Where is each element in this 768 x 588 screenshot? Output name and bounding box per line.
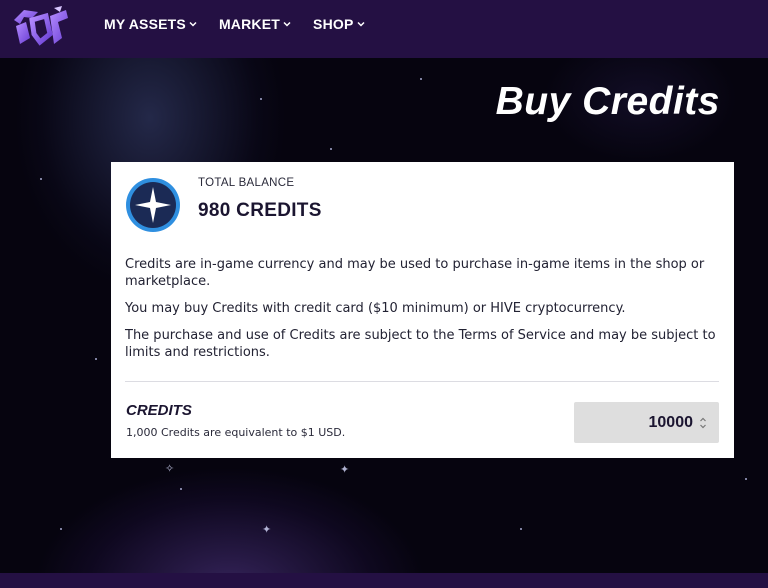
credits-quantity-input[interactable]: 10000	[574, 402, 719, 443]
nav-my-assets[interactable]: MY ASSETS	[104, 16, 197, 32]
top-navigation-bar: MY ASSETS MARKET SHOP	[0, 0, 768, 58]
credits-conversion-note: 1,000 Credits are equivalent to $1 USD.	[126, 426, 346, 439]
nav-market[interactable]: MARKET	[219, 16, 291, 32]
main-nav: MY ASSETS MARKET SHOP	[104, 0, 365, 48]
balance-label: TOTAL BALANCE	[198, 177, 295, 189]
description-paragraph: You may buy Credits with credit card ($1…	[125, 301, 626, 316]
page-title: Buy Credits	[495, 80, 720, 123]
footer-bar	[0, 573, 768, 588]
logo-icon[interactable]	[10, 4, 72, 48]
description-paragraph: Credits are in-game currency and may be …	[125, 257, 705, 289]
chevron-down-icon	[356, 21, 365, 27]
description-paragraph: The purchase and use of Credits are subj…	[125, 328, 716, 360]
balance-value: 980 CREDITS	[198, 200, 322, 221]
number-spinner-icon[interactable]	[699, 416, 707, 430]
credits-section-title: CREDITS	[126, 402, 192, 419]
credits-description: Credits are in-game currency and may be …	[125, 256, 717, 371]
credits-quantity-value[interactable]: 10000	[649, 414, 694, 432]
divider	[125, 381, 719, 382]
nav-market-label: MARKET	[218, 16, 281, 32]
credits-star-icon	[126, 178, 180, 232]
nav-my-assets-label: MY ASSETS	[104, 16, 186, 32]
credits-card: TOTAL BALANCE 980 CREDITS Credits are in…	[111, 162, 734, 458]
chevron-down-icon	[283, 21, 291, 27]
nav-shop-label: SHOP	[313, 16, 354, 32]
nav-shop[interactable]: SHOP	[313, 16, 365, 32]
chevron-down-icon	[189, 21, 197, 27]
